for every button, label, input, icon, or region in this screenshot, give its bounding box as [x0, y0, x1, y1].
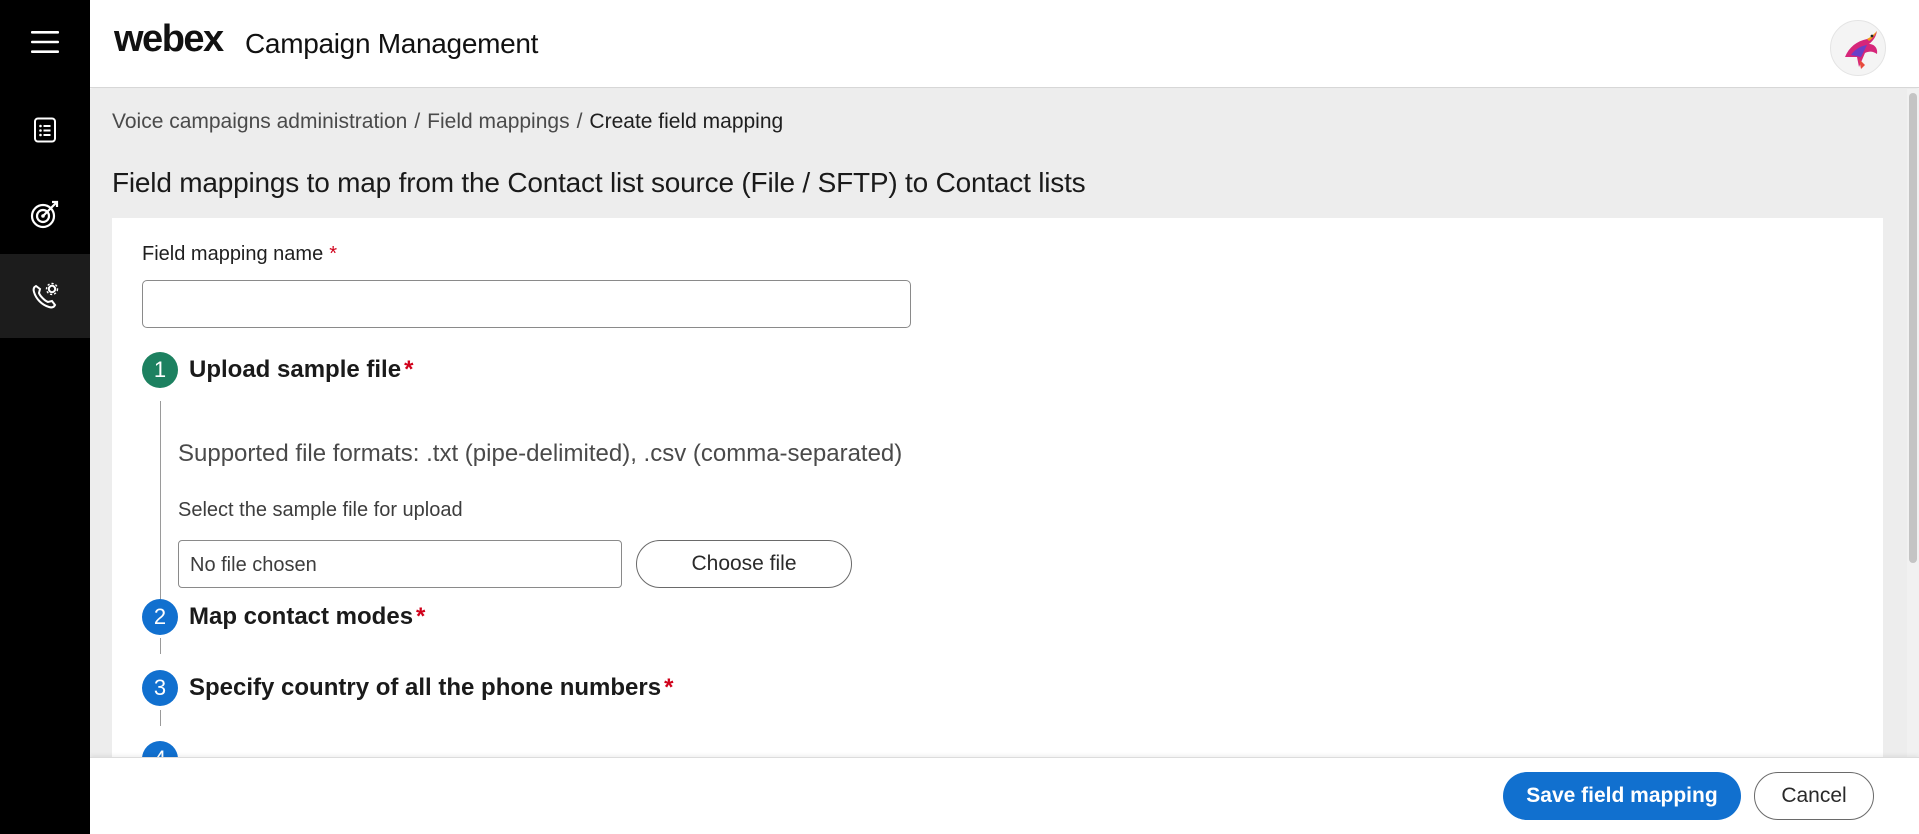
step-1-indicator: 1 — [142, 352, 178, 388]
required-asterisk: * — [404, 356, 414, 383]
field-mapping-name-label: Field mapping name * — [142, 243, 337, 266]
scrollbar-thumb[interactable] — [1909, 93, 1917, 563]
choose-file-button[interactable]: Choose file — [636, 540, 852, 588]
required-asterisk: * — [664, 674, 674, 701]
step-2-title-text: Map contact modes — [189, 603, 414, 630]
bird-logo-icon — [1845, 31, 1878, 69]
step-3-indicator: 3 — [142, 670, 178, 706]
field-mapping-name-input[interactable] — [142, 280, 911, 328]
main-content: Voice campaigns administration / Field map… — [90, 89, 1907, 757]
field-mapping-name-label-text: Field mapping name — [142, 243, 324, 265]
step-3-title-text: Specify country of all the phone numbers — [189, 674, 662, 701]
sidebar-item-voice-campaigns-admin[interactable] — [0, 254, 90, 338]
breadcrumb-voice-campaigns-admin[interactable]: Voice campaigns administration — [112, 110, 407, 133]
product-name: Campaign Management — [245, 28, 539, 59]
action-footer: Save field mapping Cancel — [90, 757, 1919, 834]
save-field-mapping-button[interactable]: Save field mapping — [1503, 772, 1741, 820]
sidebar — [0, 0, 90, 834]
step-connector — [160, 710, 161, 726]
avatar[interactable] — [1830, 20, 1886, 76]
breadcrumb-separator: / — [576, 110, 583, 133]
sidebar-item-campaigns[interactable] — [0, 172, 90, 256]
required-asterisk: * — [329, 243, 338, 265]
step-4-indicator: 4 — [142, 741, 178, 757]
breadcrumb-current-page: Create field mapping — [589, 110, 784, 133]
page-title: Field mappings to map from the Contact l… — [112, 167, 1086, 198]
step-3-title[interactable]: Specify country of all the phone numbers… — [189, 674, 673, 702]
select-sample-file-label: Select the sample file for upload — [178, 499, 463, 521]
supported-formats-text: Supported file formats: .txt (pipe-delim… — [178, 440, 903, 467]
target-campaign-icon — [30, 200, 59, 229]
step-1-title[interactable]: Upload sample file * — [189, 356, 413, 384]
required-asterisk: * — [416, 603, 426, 630]
breadcrumb-field-mappings[interactable]: Field mappings — [427, 110, 569, 133]
top-bar: webex Campaign Management — [90, 0, 1919, 88]
file-name-display: No file chosen — [178, 540, 622, 588]
step-2-title[interactable]: Map contact modes * — [189, 603, 425, 631]
step-1-title-text: Upload sample file — [189, 356, 402, 383]
field-mapping-form: Field mapping name * 1 Upload sample file… — [112, 218, 1883, 757]
hamburger-menu-icon — [31, 31, 59, 53]
page-scrollbar[interactable] — [1907, 89, 1919, 757]
step-connector — [160, 401, 161, 606]
webex-logo: webex — [114, 18, 224, 60]
menu-button[interactable] — [0, 0, 90, 84]
breadcrumb-separator: / — [414, 110, 421, 133]
breadcrumb: Voice campaigns administration / Field map… — [112, 110, 783, 134]
sidebar-item-contact-lists[interactable] — [0, 88, 90, 172]
contact-list-icon — [34, 117, 56, 143]
cancel-button[interactable]: Cancel — [1754, 772, 1874, 820]
phone-settings-icon — [32, 282, 59, 309]
step-2-indicator: 2 — [142, 599, 178, 635]
step-connector — [160, 638, 161, 654]
